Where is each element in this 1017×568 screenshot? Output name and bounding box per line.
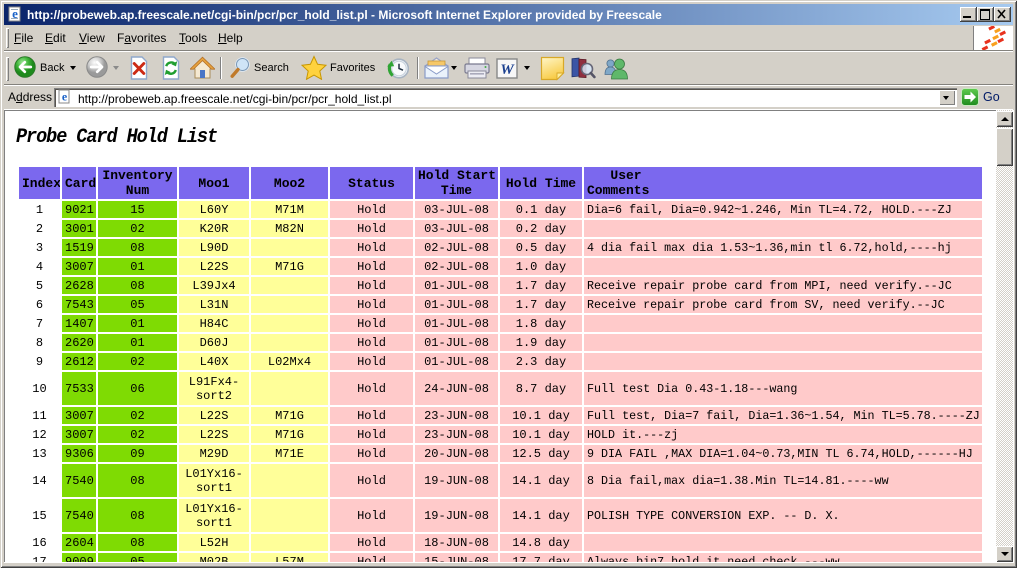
svg-text:W: W (500, 62, 515, 78)
svg-text:e: e (62, 90, 68, 104)
svg-text:e: e (12, 6, 18, 21)
